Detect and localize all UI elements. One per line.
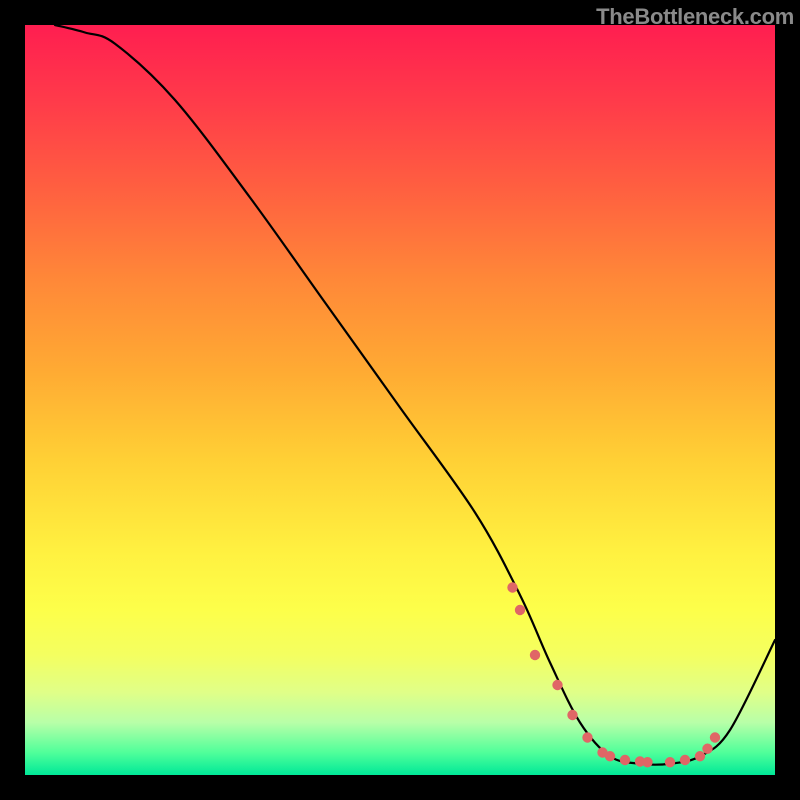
highlight-dot bbox=[515, 605, 525, 615]
bottleneck-curve bbox=[55, 25, 775, 765]
watermark-label: TheBottleneck.com bbox=[596, 4, 794, 30]
highlight-dot bbox=[680, 755, 690, 765]
highlight-dot bbox=[620, 755, 630, 765]
marker-group bbox=[507, 582, 720, 767]
chart-svg bbox=[25, 25, 775, 775]
plot-area bbox=[25, 25, 775, 775]
highlight-dot bbox=[552, 680, 562, 690]
chart-container: TheBottleneck.com bbox=[0, 0, 800, 800]
highlight-dot bbox=[605, 751, 615, 761]
highlight-dot bbox=[702, 744, 712, 754]
highlight-dot bbox=[530, 650, 540, 660]
highlight-dot bbox=[582, 732, 592, 742]
curve-group bbox=[55, 25, 775, 765]
highlight-dot bbox=[507, 582, 517, 592]
highlight-dot bbox=[567, 710, 577, 720]
highlight-dot bbox=[710, 732, 720, 742]
highlight-dot bbox=[665, 757, 675, 767]
highlight-dot bbox=[642, 757, 652, 767]
highlight-dot bbox=[695, 751, 705, 761]
